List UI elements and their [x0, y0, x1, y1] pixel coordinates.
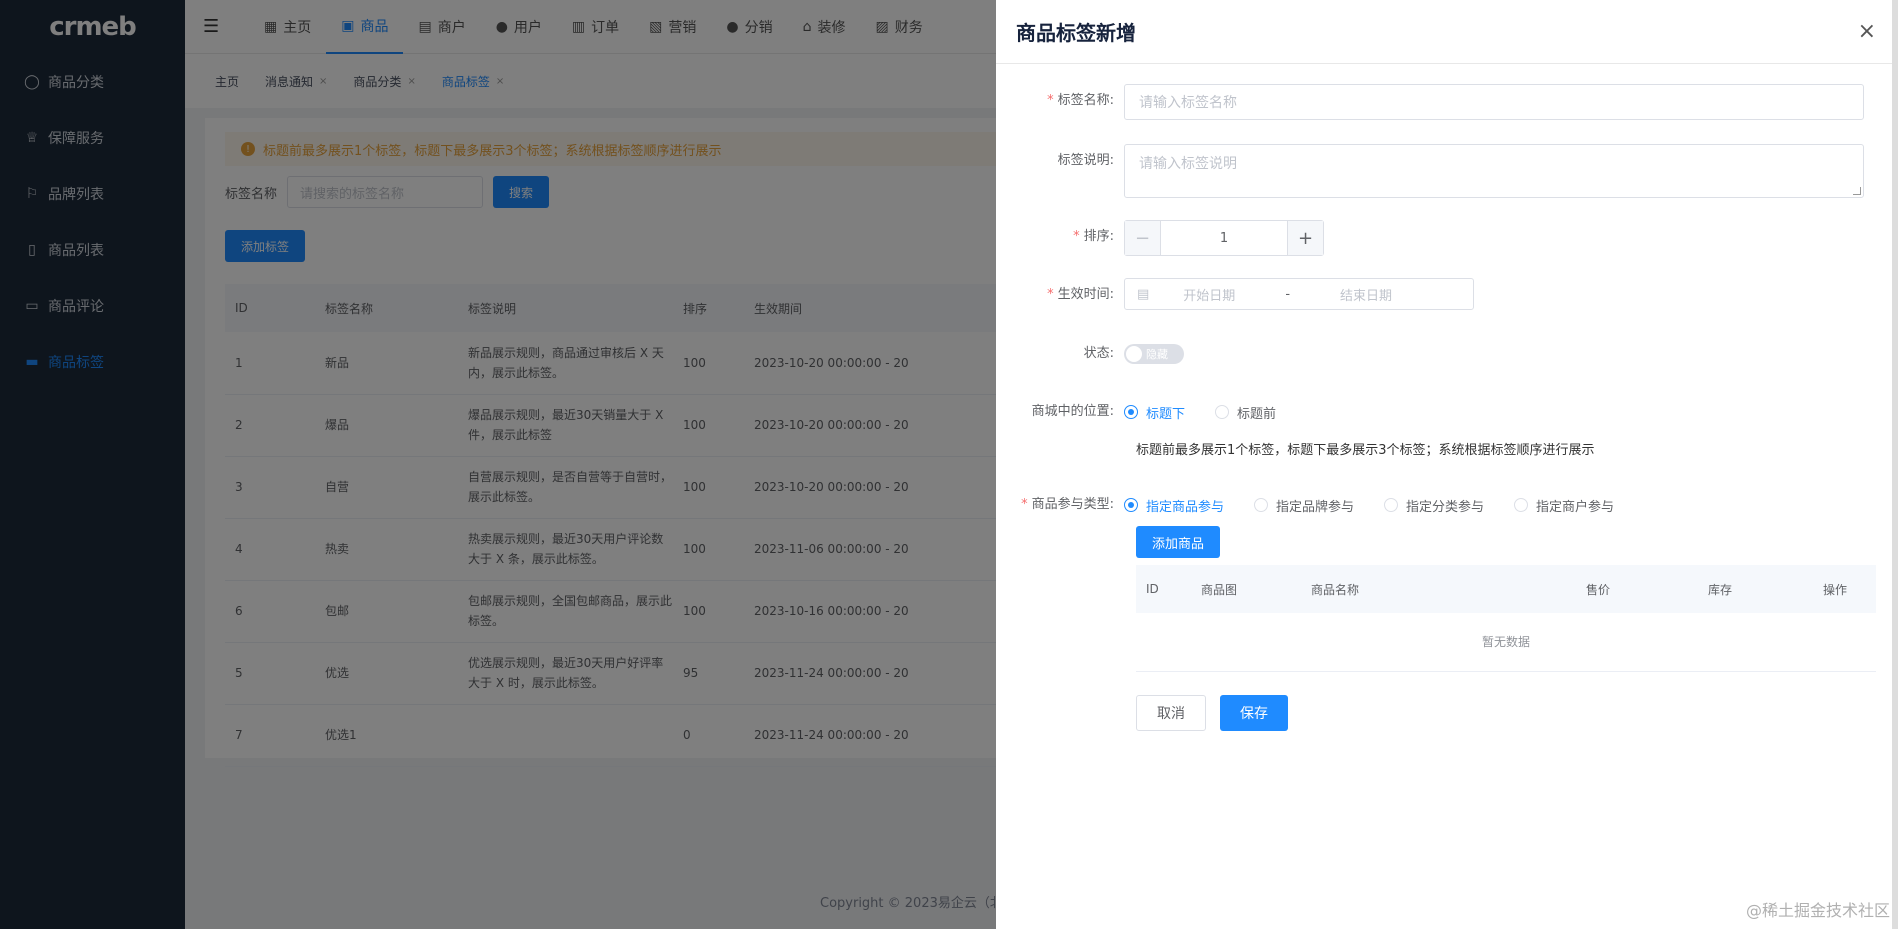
radio-circle: [1124, 405, 1138, 419]
resize-handle-icon[interactable]: [1853, 187, 1861, 195]
end-date-placeholder: 结束日期: [1340, 288, 1393, 304]
form-row-position: 商城中的位置: 标题下 标题前: [996, 395, 1276, 429]
product-table: ID 商品图 商品名称 售价 库存 操作 暂无数据: [1136, 565, 1876, 672]
field-label: 状态:: [1083, 346, 1114, 361]
field-label: 商城中的位置:: [1031, 404, 1114, 419]
radio-label: 指定品牌参与: [1276, 499, 1355, 515]
field-label: 标签说明:: [1057, 153, 1114, 168]
table-header: ID 商品图 商品名称 售价 库存 操作: [1136, 565, 1876, 613]
radio-specified-brand[interactable]: 指定品牌参与: [1254, 496, 1354, 515]
tag-desc-textarea[interactable]: 请输入标签说明: [1124, 144, 1864, 198]
type-radio-group: 指定商品参与 指定品牌参与 指定分类参与 指定商户参与: [1124, 488, 1614, 522]
tag-name-input[interactable]: 请输入标签名称: [1124, 84, 1864, 120]
add-product-button[interactable]: 添加商品: [1136, 526, 1221, 558]
cancel-button[interactable]: 取消: [1136, 695, 1206, 731]
radio-circle: [1215, 405, 1230, 419]
radio-specified-merchant[interactable]: 指定商户参与: [1514, 496, 1614, 515]
field-label: * 商品参与类型:: [1021, 497, 1114, 512]
form-row-type: * 商品参与类型: 指定商品参与 指定品牌参与 指定分类参与 指定商户参与: [996, 488, 1614, 522]
increment-button[interactable]: +: [1287, 221, 1323, 255]
radio-circle: [1514, 498, 1529, 512]
radio-specified-category[interactable]: 指定分类参与: [1384, 496, 1484, 515]
position-radio-group: 标题下 标题前: [1124, 395, 1276, 429]
field-label: * 排序:: [1073, 229, 1114, 244]
radio-label: 标题下: [1146, 406, 1186, 422]
range-separator: -: [1285, 286, 1291, 302]
radio-label: 指定分类参与: [1406, 499, 1485, 515]
sort-value[interactable]: 1: [1161, 221, 1287, 255]
modal-overlay[interactable]: [0, 0, 996, 929]
sort-stepper: − 1 +: [1124, 220, 1324, 256]
switch-knob: [1126, 346, 1142, 362]
radio-label: 指定商户参与: [1536, 499, 1615, 515]
col-id: ID: [1136, 565, 1191, 613]
start-date-placeholder: 开始日期: [1183, 288, 1236, 304]
radio-before-title[interactable]: 标题前: [1215, 403, 1276, 422]
col-image: 商品图: [1191, 565, 1301, 613]
empty-row: 暂无数据: [1136, 613, 1876, 672]
col-actions: 操作: [1813, 565, 1876, 613]
form-row-name: * 标签名称: 请输入标签名称: [996, 84, 1864, 120]
radio-circle: [1254, 498, 1269, 512]
drawer-title: 商品标签新增: [1016, 21, 1136, 45]
textarea-placeholder: 请输入标签说明: [1139, 156, 1237, 172]
calendar-icon: ▤: [1137, 286, 1150, 302]
close-icon[interactable]: ×: [1858, 19, 1876, 44]
col-product-name: 商品名称: [1301, 565, 1576, 613]
field-label: * 标签名称:: [1047, 93, 1114, 108]
radio-label: 标题前: [1237, 406, 1277, 422]
drawer-header: 商品标签新增 ×: [996, 0, 1898, 64]
form-row-desc: 标签说明: 请输入标签说明: [996, 144, 1864, 198]
radio-label: 指定商品参与: [1146, 499, 1225, 515]
form-row-status: 状态: 隐藏: [996, 337, 1184, 371]
form-row-time: * 生效时间: ▤ 开始日期 - 结束日期: [996, 278, 1474, 312]
decrement-button[interactable]: −: [1125, 221, 1161, 255]
radio-specified-product[interactable]: 指定商品参与: [1124, 496, 1224, 515]
position-hint: 标题前最多展示1个标签，标题下最多展示3个标签；系统根据标签顺序进行展示: [1136, 443, 1595, 458]
col-stock: 库存: [1698, 565, 1813, 613]
radio-circle: [1384, 498, 1399, 512]
field-label: * 生效时间:: [1047, 287, 1114, 302]
empty-text: 暂无数据: [1136, 613, 1876, 672]
add-tag-drawer: 商品标签新增 × * 标签名称: 请输入标签名称 标签说明: 请输入标签说明 * 排…: [996, 0, 1898, 929]
switch-text: 隐藏: [1146, 348, 1168, 361]
radio-below-title[interactable]: 标题下: [1124, 403, 1185, 422]
watermark: @稀土掘金技术社区: [1745, 901, 1890, 920]
form-row-sort: * 排序: − 1 +: [996, 220, 1324, 256]
radio-circle: [1124, 498, 1138, 512]
scrollbar[interactable]: [1892, 0, 1898, 929]
status-switch[interactable]: 隐藏: [1124, 344, 1184, 364]
save-button[interactable]: 保存: [1220, 695, 1288, 731]
date-range-picker[interactable]: ▤ 开始日期 - 结束日期: [1124, 278, 1474, 310]
col-price: 售价: [1576, 565, 1698, 613]
